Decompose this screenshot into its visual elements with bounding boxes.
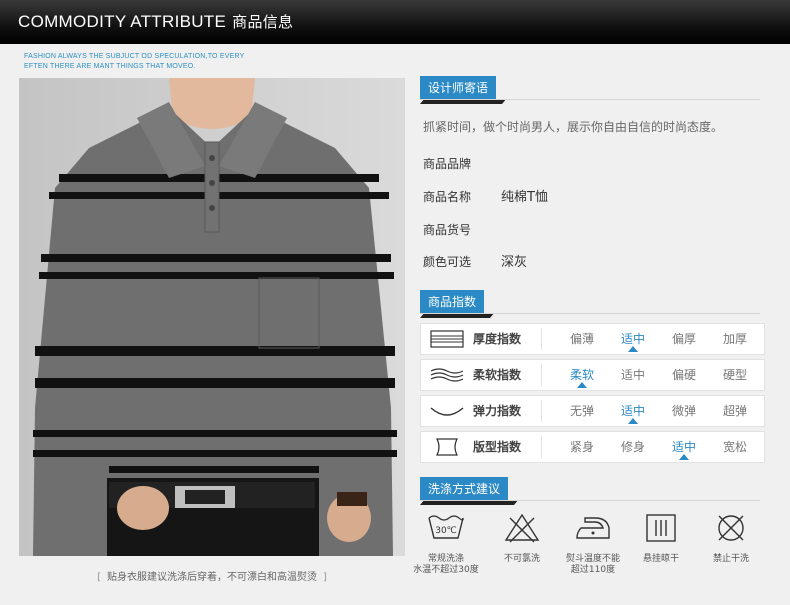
index-separator xyxy=(541,364,542,386)
wash-label-line1: 不可氯洗 xyxy=(503,554,540,564)
index-name: 版型指数 xyxy=(473,440,522,454)
designer-divider xyxy=(420,99,760,100)
info-key: 商品品牌 xyxy=(423,157,472,171)
index-option: 微弹 xyxy=(671,404,696,418)
wash-label: 熨斗温度不能 超过110度 xyxy=(558,554,628,576)
index-name: 弹力指数 xyxy=(473,404,522,418)
wash-label-line1: 悬挂晾干 xyxy=(642,554,679,564)
index-option: 偏厚 xyxy=(671,332,696,346)
info-value: 纯棉T恤 xyxy=(501,190,548,205)
wash-label-line1: 常规洗涤 xyxy=(427,554,464,564)
index-option: 偏薄 xyxy=(569,332,594,346)
index-option: 加厚 xyxy=(722,332,747,346)
selected-marker xyxy=(628,346,638,352)
header-bar: COMMODITY ATTRIBUTE 商品信息 xyxy=(0,0,790,44)
wash-label: 禁止干洗 xyxy=(696,554,766,565)
designer-text: 抓紧时间，做个时尚男人，展示你自由自信的时尚态度。 xyxy=(423,120,724,134)
tagline-line2: EFTEN THERE ARE MANT THINGS THAT MOVEO. xyxy=(24,63,196,70)
no-tumble-dry-icon xyxy=(718,515,744,541)
wash-tag: 洗涤方式建议 xyxy=(420,477,509,501)
info-row-brand: 商品品牌 xyxy=(423,153,763,175)
selected-marker xyxy=(679,454,689,460)
index-option: 紧身 xyxy=(569,440,594,454)
wash-temp-label: 30℃ xyxy=(435,526,457,536)
info-key: 商品货号 xyxy=(423,223,472,237)
wash-label: 不可氯洗 xyxy=(487,554,557,565)
index-option: 修身 xyxy=(620,440,645,454)
wash-item-bleach: 不可氯洗 xyxy=(487,512,557,565)
caption-open-bracket: [ xyxy=(97,572,101,583)
wash-divider xyxy=(420,500,760,501)
care-caption: [ 贴身衣服建议洗涤后穿着，不可漂白和高温熨烫] xyxy=(19,568,405,583)
body-shape-icon xyxy=(436,438,458,456)
index-separator xyxy=(541,400,542,422)
header-title-cn: 商品信息 xyxy=(232,14,294,31)
info-key: 颜色可选 xyxy=(423,255,472,269)
info-key: 商品名称 xyxy=(423,190,472,204)
index-name: 厚度指数 xyxy=(473,332,522,346)
product-photo xyxy=(19,78,405,556)
designer-tag: 设计师寄语 xyxy=(420,76,497,100)
index-option: 无弹 xyxy=(569,404,594,418)
index-option: 偏硬 xyxy=(671,368,696,382)
index-option: 硬型 xyxy=(722,368,747,382)
hang-dry-icon xyxy=(646,514,676,542)
wash-item-dryclean: 禁止干洗 xyxy=(696,512,766,565)
caption-close-bracket: ] xyxy=(323,572,327,583)
washtub-30-icon: 30℃ xyxy=(428,515,464,539)
header-title: COMMODITY ATTRIBUTE 商品信息 xyxy=(18,0,293,45)
wash-item-hang: 悬挂晾干 xyxy=(626,512,696,565)
index-name: 柔软指数 xyxy=(473,368,522,382)
index-separator xyxy=(541,328,542,350)
wash-label-line1: 禁止干洗 xyxy=(712,554,749,564)
info-row-sku: 商品货号 xyxy=(423,219,763,241)
layers-icon xyxy=(430,330,464,348)
index-row-fit: 版型指数 紧身 修身 适中 宽松 xyxy=(420,431,765,463)
info-row-color: 颜色可选 深灰 xyxy=(423,251,763,273)
index-row-softness: 柔软指数 柔软 适中 偏硬 硬型 xyxy=(420,359,765,391)
tagline-line1: FASHION ALWAYS THE SUBJUCT OD SPECULATIO… xyxy=(24,53,245,60)
index-divider xyxy=(420,313,760,314)
wave-icon xyxy=(430,368,464,382)
wash-item-iron: 熨斗温度不能 超过110度 xyxy=(558,512,628,576)
index-separator xyxy=(541,436,542,458)
wash-label-line2: 超过110度 xyxy=(570,565,616,575)
index-option: 超弹 xyxy=(722,404,747,418)
info-row-name: 商品名称 纯棉T恤 xyxy=(423,186,763,208)
no-bleach-icon xyxy=(504,513,540,543)
tagline: FASHION ALWAYS THE SUBJUCT OD SPECULATIO… xyxy=(24,52,284,72)
wash-label-line2: 水温不超过30度 xyxy=(413,565,479,575)
arc-icon xyxy=(430,407,464,416)
selected-marker xyxy=(577,382,587,388)
caption-text: 贴身衣服建议洗涤后穿着，不可漂白和高温熨烫 xyxy=(107,572,317,583)
index-tag: 商品指数 xyxy=(420,290,485,314)
selected-marker xyxy=(628,418,638,424)
striped-polo-shirt-image xyxy=(19,78,405,556)
index-row-thickness: 厚度指数 偏薄 适中 偏厚 加厚 xyxy=(420,323,765,355)
wash-label: 常规洗涤 水温不超过30度 xyxy=(411,554,481,576)
iron-icon xyxy=(576,517,610,539)
index-option: 宽松 xyxy=(722,440,747,454)
wash-label-line1: 熨斗温度不能 xyxy=(565,554,620,564)
info-value: 深灰 xyxy=(501,255,528,270)
index-option: 适中 xyxy=(620,368,645,382)
wash-item-normal: 30℃ 常规洗涤 水温不超过30度 xyxy=(411,512,481,576)
wash-label: 悬挂晾干 xyxy=(626,554,696,565)
index-row-elasticity: 弹力指数 无弹 适中 微弹 超弹 xyxy=(420,395,765,427)
header-title-en: COMMODITY ATTRIBUTE xyxy=(18,12,227,31)
